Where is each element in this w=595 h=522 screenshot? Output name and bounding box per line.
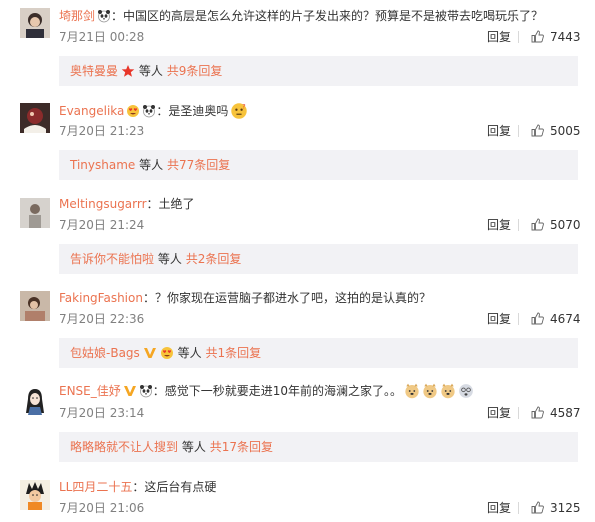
like-count: 3125 [550,501,581,515]
comment-username[interactable]: 埼那剑 [59,9,95,23]
others-label: 等人 [181,440,206,454]
comment-feed: 埼那剑 ：中国区的高层是怎么允许这样的片子发出来的？预算是不是被带去吃喝玩乐了？ … [0,0,595,522]
like-count: 5070 [550,218,581,232]
avatar[interactable] [20,385,50,415]
comment-line: ENSE_佳妤 ：感觉下一秒就要走进10年前的海澜之家了。。 [59,383,474,399]
divider [518,407,519,419]
comment-text: ：这后台有点硬 [132,480,217,494]
view-replies-link[interactable]: 共1条回复 [205,346,261,360]
comment-time: 7月20日 22:36 [59,312,145,326]
comment-text: ：感觉下一秒就要走进10年前的海澜之家了。。 [152,384,403,398]
comment-username[interactable]: FakingFashion [59,291,143,305]
divider [518,31,519,43]
thumbs-up-icon [531,218,544,231]
comment-text: ：？你家现在运营脑子都进水了吧，这拍的是认真的？ [142,291,431,305]
like-button[interactable]: 3125 [531,500,581,516]
view-replies-link[interactable]: 共17条回复 [210,440,273,454]
star-icon [121,64,135,78]
thumbs-up-icon [531,124,544,137]
view-replies-link[interactable]: 共9条回复 [167,64,223,78]
comment-text: ：是圣迪奥吗 [156,104,229,118]
thumbs-up-icon [531,312,544,325]
doge-icon [422,383,438,399]
sub-reply-box: 包姑娘-Bags 等人 共1条回复 [59,338,578,368]
comment-text: ：中国区的高层是怎么允许这样的片子发出来的？预算是不是被带去吃喝玩乐了？ [111,9,544,23]
comment-time: 7月20日 21:23 [59,124,145,138]
comment-line: Evangelika ：是圣迪奥吗? [59,102,248,120]
sub-reply-box: 告诉你不能怕啦 等人 共2条回复 [59,244,578,274]
doge-icon [404,383,420,399]
svg-text:?: ? [243,102,246,110]
reply-button[interactable]: 回复 [487,123,511,139]
others-label: 等人 [138,64,163,78]
sub-reply-box: 奥特曼曼 等人 共9条回复 [59,56,578,86]
like-count: 5005 [550,124,581,138]
sub-reply-username[interactable]: Tinyshame [70,158,135,172]
divider [518,502,519,514]
panda-icon [142,104,156,118]
comment-username[interactable]: Evangelika [59,104,124,118]
like-count: 4674 [550,312,581,326]
others-label: 等人 [157,252,182,266]
view-replies-link[interactable]: 共77条回复 [167,158,230,172]
reply-button[interactable]: 回复 [487,29,511,45]
avatar[interactable] [20,480,50,510]
sub-reply-box: 略略略就不让人搜到 等人 共17条回复 [59,432,578,462]
avatar[interactable] [20,291,50,321]
panda-icon [139,384,153,398]
thumbs-up-icon [531,501,544,514]
avatar[interactable] [20,198,50,228]
sub-reply-username[interactable]: 包姑娘-Bags [70,346,140,360]
reply-button[interactable]: 回复 [487,217,511,233]
others-label: 等人 [177,346,202,360]
dizzy-face-icon [458,383,474,399]
like-button[interactable]: 7443 [531,29,581,45]
reply-button[interactable]: 回复 [487,500,511,516]
divider [518,125,519,137]
view-replies-link[interactable]: 共2条回复 [186,252,242,266]
comment-username[interactable]: Meltingsugarrr [59,197,147,211]
heart-eyes-icon [126,104,140,118]
like-button[interactable]: 4587 [531,405,581,421]
like-count: 4587 [550,406,581,420]
verified-v-icon [123,384,137,398]
sub-reply-username[interactable]: 奥特曼曼 [70,64,118,78]
reply-button[interactable]: 回复 [487,405,511,421]
doge-icon [440,383,456,399]
comment-line: FakingFashion：？你家现在运营脑子都进水了吧，这拍的是认真的？ [59,290,431,306]
comment-time: 7月20日 21:06 [59,501,145,515]
like-button[interactable]: 4674 [531,311,581,327]
reply-button[interactable]: 回复 [487,311,511,327]
comment-line: Meltingsugarrr：土绝了 [59,196,195,212]
comment-text: ：土绝了 [146,197,195,211]
avatar[interactable] [20,103,50,133]
comment-time: 7月20日 23:14 [59,406,145,420]
thumbs-up-icon [531,406,544,419]
comment-line: 埼那剑 ：中国区的高层是怎么允许这样的片子发出来的？预算是不是被带去吃喝玩乐了？ [59,8,543,24]
verified-v-icon [143,346,157,360]
comment-time: 7月21日 00:28 [59,30,145,44]
heart-eyes-icon [160,346,174,360]
avatar[interactable] [20,8,50,38]
divider [518,219,519,231]
others-label: 等人 [139,158,164,172]
thumbs-up-icon [531,30,544,43]
like-count: 7443 [550,30,581,44]
thinking-face-icon: ? [230,102,248,120]
comment-time: 7月20日 21:24 [59,218,145,232]
sub-reply-username[interactable]: 告诉你不能怕啦 [70,252,154,266]
comment-line: LL四月二十五：这后台有点硬 [59,479,216,495]
like-button[interactable]: 5070 [531,217,581,233]
sub-reply-box: Tinyshame 等人 共77条回复 [59,150,578,180]
panda-icon [97,9,111,23]
divider [518,313,519,325]
comment-username[interactable]: ENSE_佳妤 [59,384,121,398]
like-button[interactable]: 5005 [531,123,581,139]
sub-reply-username[interactable]: 略略略就不让人搜到 [70,440,178,454]
comment-username[interactable]: LL四月二十五 [59,480,132,494]
